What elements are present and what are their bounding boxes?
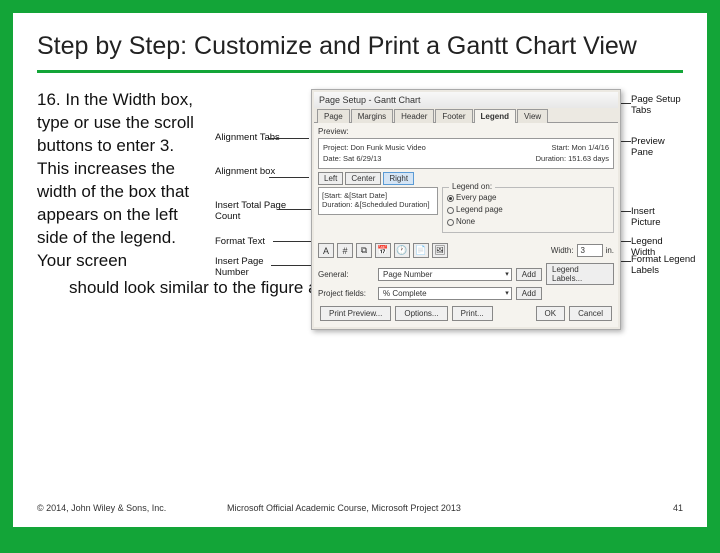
preview-project: Project: Don Funk Music Video [323, 143, 426, 154]
general-label: General: [318, 270, 374, 279]
page-setup-dialog: Page Setup - Gantt Chart Page Margins He… [311, 89, 621, 330]
add-project-button[interactable]: Add [516, 287, 542, 300]
body-row: 16. In the Width box, type or use the sc… [37, 89, 683, 273]
align-right[interactable]: Right [383, 172, 414, 185]
preview-start: Start: Mon 1/4/16 [551, 143, 609, 154]
step-text: 16. In the Width box, type or use the sc… [37, 89, 207, 273]
callout-insert-picture: Insert Picture [631, 207, 683, 228]
ok-button[interactable]: OK [536, 306, 566, 321]
footer: © 2014, John Wiley & Sons, Inc. Microsof… [37, 503, 683, 513]
tab-margins[interactable]: Margins [351, 109, 393, 123]
general-dropdown[interactable]: Page Number [378, 268, 512, 281]
add-general-button[interactable]: Add [516, 268, 542, 281]
slide: Step by Step: Customize and Print a Gant… [13, 13, 707, 527]
print-preview-button[interactable]: Print Preview... [320, 306, 391, 321]
page-number-icon[interactable]: # [337, 243, 353, 258]
callout-total-pages: Insert Total Page Count [215, 201, 297, 222]
width-label: Width: [551, 246, 574, 255]
project-fields-label: Project fields: [318, 289, 374, 298]
tab-legend[interactable]: Legend [474, 109, 516, 123]
filename-icon[interactable]: 📄 [413, 243, 429, 258]
callout-legend-labels: Format Legend Labels [631, 255, 711, 276]
width-input[interactable]: 3 [577, 244, 603, 257]
align-center[interactable]: Center [345, 172, 381, 185]
callout-format-text: Format Text [215, 237, 265, 247]
width-unit: in. [606, 246, 614, 255]
callout-align-box: Alignment box [215, 167, 297, 177]
slide-title: Step by Step: Customize and Print a Gant… [37, 31, 683, 73]
dialog-buttons: Print Preview... Options... Print... OK … [318, 302, 614, 323]
dialog-title: Page Setup - Gantt Chart [314, 92, 618, 108]
preview-duration: Duration: 151.63 days [536, 154, 609, 165]
tab-view[interactable]: View [517, 109, 548, 123]
radio-legend-page[interactable] [447, 207, 454, 214]
align-left[interactable]: Left [318, 172, 343, 185]
date-icon[interactable]: 📅 [375, 243, 391, 258]
print-button[interactable]: Print... [452, 306, 493, 321]
picture-icon[interactable]: 🖼 [432, 243, 448, 258]
dialog-tabs: Page Margins Header Footer Legend View [314, 108, 618, 123]
time-icon[interactable]: 🕐 [394, 243, 410, 258]
tab-footer[interactable]: Footer [435, 109, 472, 123]
figure: Alignment Tabs Alignment box Insert Tota… [221, 89, 683, 273]
dialog-body: Preview: Project: Don Funk Music Video S… [314, 123, 618, 327]
callout-page-num: Insert Page Number [215, 257, 297, 278]
preview-label: Preview: [318, 127, 614, 136]
preview-date: Date: Sat 6/29/13 [323, 154, 381, 165]
cancel-button[interactable]: Cancel [569, 306, 612, 321]
tab-page[interactable]: Page [317, 109, 350, 123]
callout-page-setup-tabs: Page Setup Tabs [631, 95, 701, 116]
footer-copyright: © 2014, John Wiley & Sons, Inc. [37, 503, 166, 513]
radio-none[interactable] [447, 219, 454, 226]
total-pages-icon[interactable]: ⧉ [356, 243, 372, 258]
footer-course: Microsoft Official Academic Course, Micr… [227, 503, 461, 513]
step-number: 16. [37, 90, 61, 109]
tab-header[interactable]: Header [394, 109, 434, 123]
footer-page-num: 41 [673, 503, 683, 513]
project-fields-dropdown[interactable]: % Complete [378, 287, 512, 300]
legend-labels-button[interactable]: Legend Labels... [546, 263, 614, 285]
legend-on-label: Legend on: [449, 182, 495, 191]
format-icon-row: A # ⧉ 📅 🕐 📄 🖼 [318, 243, 448, 258]
radio-every-page[interactable] [447, 195, 454, 202]
step-body: In the Width box, type or use the scroll… [37, 90, 194, 270]
legend-text-box[interactable]: [Start: &[Start Date] Duration: &[Schedu… [318, 187, 438, 215]
options-button[interactable]: Options... [395, 306, 447, 321]
callout-preview-pane: Preview Pane [631, 137, 683, 158]
format-text-icon[interactable]: A [318, 243, 334, 258]
preview-pane: Project: Don Funk Music Video Start: Mon… [318, 138, 614, 169]
